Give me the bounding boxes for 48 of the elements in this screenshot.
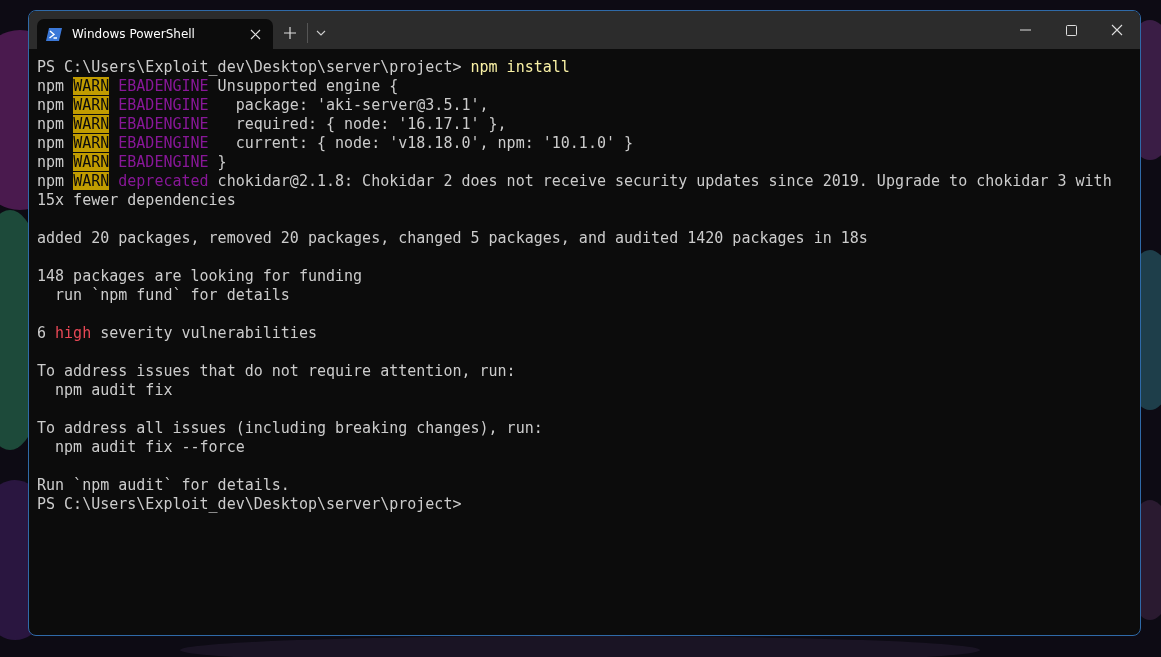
terminal-text: added 20 packages, removed 20 packages, changed 5 packages, and audited 1420 packages in 18s: [37, 229, 868, 247]
terminal-text: severity vulnerabilities: [99, 324, 317, 342]
warn-label: WARN: [73, 153, 110, 171]
code-label: EBADENGINE: [117, 153, 209, 171]
terminal-text: npm: [37, 134, 66, 152]
terminal-text: Run `npm audit` for details.: [37, 476, 290, 494]
terminal-icon: [46, 27, 62, 41]
terminal-text: npm audit fix: [54, 381, 173, 399]
code-label: EBADENGINE: [117, 115, 209, 133]
warn-label: WARN: [73, 134, 110, 152]
minimize-icon: [1019, 29, 1031, 31]
terminal-text: required: { node: '16.17.1' },: [234, 115, 507, 133]
code-label: EBADENGINE: [117, 134, 209, 152]
warn-label: WARN: [73, 96, 110, 114]
terminal-text: npm: [37, 77, 66, 95]
terminal-text: package: 'aki-server@3.5.1',: [234, 96, 489, 114]
terminal-text: }: [216, 153, 227, 171]
terminal-text: run `npm fund` for details: [54, 286, 290, 304]
terminal-tab[interactable]: Windows PowerShell: [37, 19, 273, 49]
terminal-text: To address issues that do not require attention, run:: [37, 362, 516, 380]
code-label: deprecated: [117, 172, 209, 190]
warn-label: WARN: [73, 115, 110, 133]
terminal-text: 148 packages are looking for funding: [37, 267, 363, 285]
chevron-down-icon: [316, 30, 326, 36]
terminal-text: To address all issues (including breaking changes), run:: [37, 419, 543, 437]
close-icon: [249, 28, 261, 40]
terminal-text: PS C:\Users\Exploit_dev\Desktop\server\project>: [37, 495, 462, 513]
terminal-text: current: { node: 'v18.18.0', npm: '10.1.0' }: [234, 134, 634, 152]
warn-label: WARN: [73, 77, 110, 95]
tab-title: Windows PowerShell: [72, 27, 196, 41]
plus-icon: [284, 27, 296, 39]
maximize-icon: [1065, 24, 1077, 36]
terminal-text: chokidar@2.1.8: Chokidar 2 does not receive security updates since 2019. Upgrade to chokidar 3 with: [216, 172, 1112, 190]
terminal-text: Unsupported engine {: [216, 77, 399, 95]
terminal-text: PS C:\Users\Exploit_dev\Desktop\server\project>: [37, 58, 463, 76]
severity-label: high: [55, 324, 92, 342]
terminal-text: npm audit fix --force: [54, 438, 245, 456]
terminal-text: npm: [37, 153, 66, 171]
terminal-text: npm: [37, 115, 66, 133]
close-icon: [1111, 24, 1123, 36]
terminal-text: npm: [37, 172, 66, 190]
code-label: EBADENGINE: [117, 77, 209, 95]
code-label: EBADENGINE: [117, 96, 209, 114]
warn-label: WARN: [73, 172, 110, 190]
command-text: npm install: [470, 58, 570, 76]
terminal-text: 15x fewer dependencies: [37, 191, 236, 209]
terminal-text: 6: [37, 324, 48, 342]
terminal-text: npm: [37, 96, 66, 114]
